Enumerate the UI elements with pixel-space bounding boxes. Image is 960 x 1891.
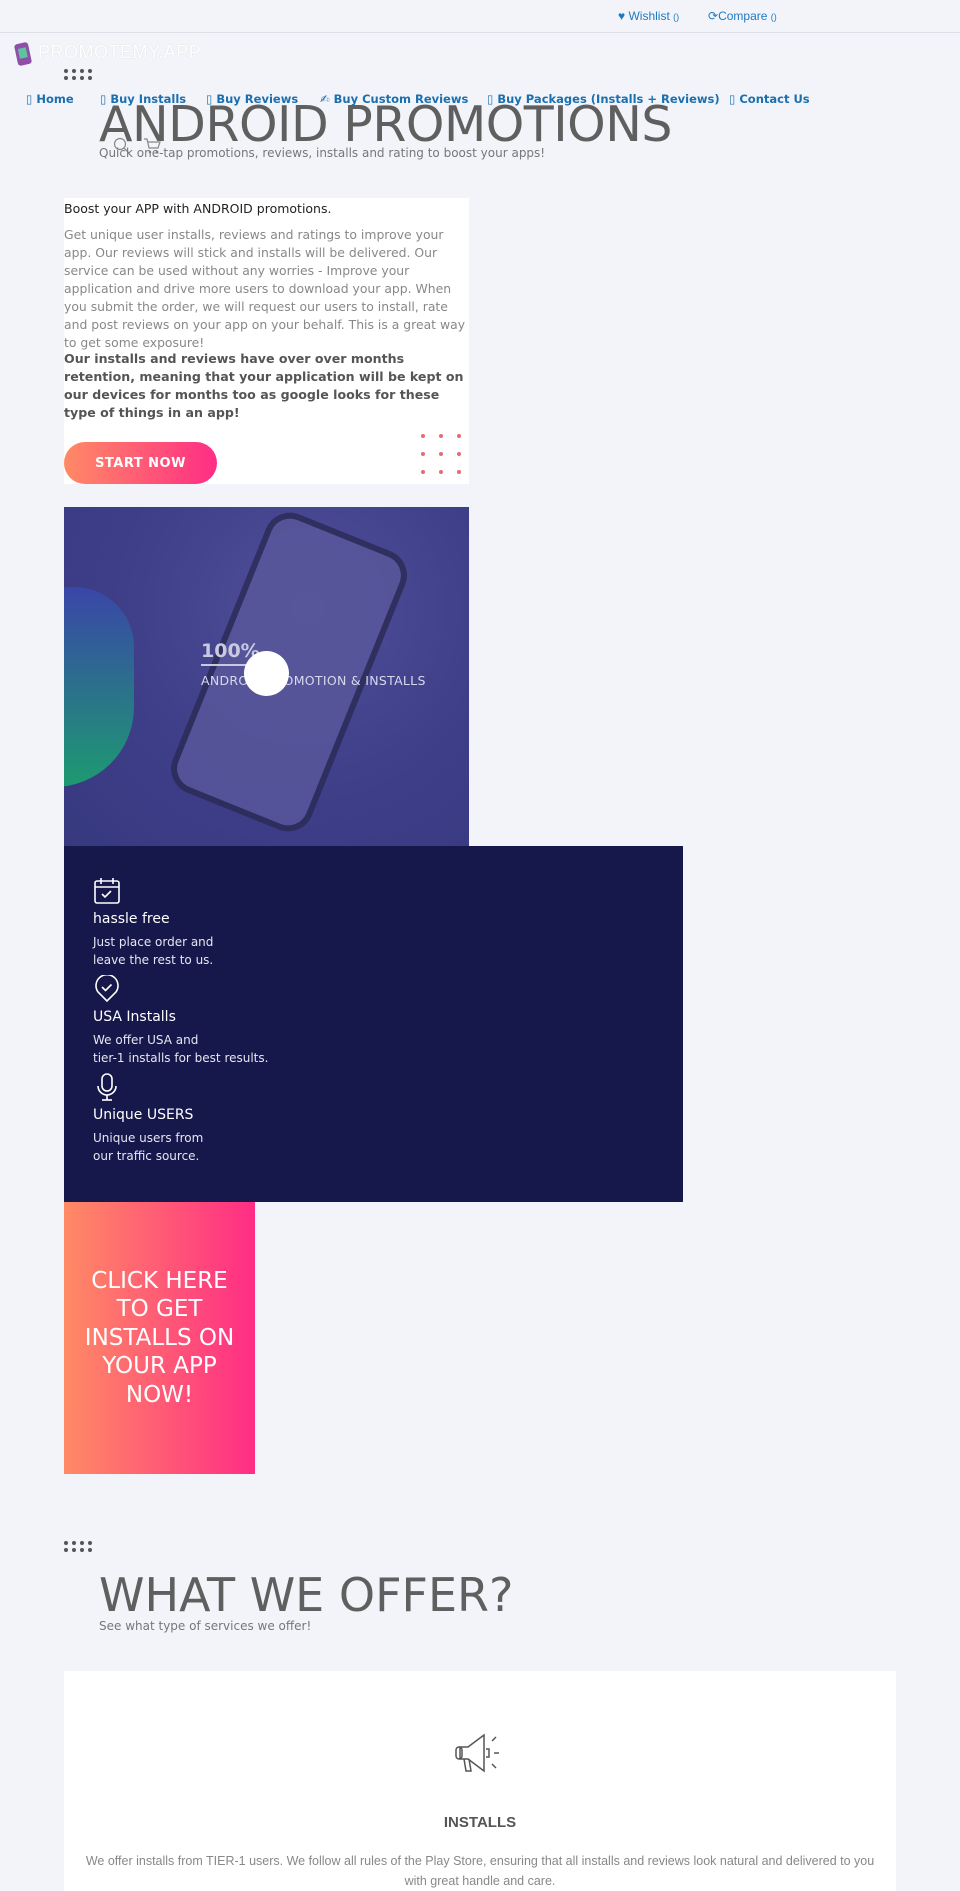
- microphone-icon: [97, 1073, 117, 1101]
- intro-retention-text: Our installs and reviews have over over …: [64, 351, 464, 420]
- get-installs-cta[interactable]: CLICK HERE TO GET INSTALLS ON YOUR APP N…: [64, 1202, 255, 1474]
- feature-title: USA Installs: [93, 1009, 176, 1025]
- top-bar: ♥ Wishlist () ⟳Compare (): [0, 0, 960, 33]
- nav-buy-custom-reviews[interactable]: ✍ Buy Custom Reviews: [320, 92, 468, 106]
- decorative-blob: [64, 587, 134, 787]
- logo-text: PROMOTEMY.APP: [38, 42, 202, 62]
- heart-icon: ♥: [618, 9, 626, 23]
- promo-image: 100% ANDROID PROMOTION & INSTALLS: [64, 507, 469, 846]
- wishlist-link[interactable]: ♥ Wishlist (): [618, 9, 679, 23]
- refresh-icon: ⟳: [708, 9, 719, 23]
- intro-card: Boost your APP with ANDROID promotions. …: [64, 198, 469, 484]
- wishlist-count: (): [673, 12, 680, 22]
- intro-paragraph: Get unique user installs, reviews and ra…: [64, 227, 466, 350]
- location-check-icon: [95, 973, 119, 1003]
- intro-lead: Boost your APP with ANDROID promotions.: [64, 201, 332, 216]
- nav-home[interactable]: ▯ Home: [26, 92, 74, 106]
- section-dots-icon: [64, 1541, 92, 1552]
- compare-link[interactable]: ⟳Compare (): [708, 9, 777, 23]
- start-now-button[interactable]: START NOW: [64, 442, 217, 484]
- play-circle[interactable]: [244, 651, 289, 696]
- compare-count: (): [770, 12, 777, 22]
- feature-description: Unique users from our traffic source.: [93, 1131, 204, 1163]
- logo-phone-icon: [14, 42, 32, 66]
- wishlist-label: Wishlist: [628, 9, 670, 23]
- menu-dots-icon[interactable]: [64, 69, 92, 80]
- page-subtitle: Quick one-tap promotions, reviews, insta…: [99, 146, 546, 160]
- feature-description: Just place order and leave the rest to us…: [93, 935, 214, 967]
- feature-hassle-free: hassle free Just place order and leave th…: [93, 877, 213, 969]
- offer-subtitle: See what type of services we offer!: [99, 1619, 312, 1633]
- nav-buy-installs[interactable]: ▯ Buy Installs: [100, 92, 186, 106]
- feature-unique-users: Unique USERS Unique users from our traffi…: [93, 1073, 203, 1165]
- compare-label: Compare: [718, 9, 768, 23]
- feature-title: hassle free: [93, 911, 170, 927]
- nav-contact-us[interactable]: ▯ Contact Us: [729, 92, 810, 106]
- main-nav: ▯ Home ▯ Buy Installs ▯ Buy Reviews ✍ Bu…: [0, 92, 960, 112]
- installs-service-card: INSTALLS We offer installs from TIER-1 u…: [64, 1671, 896, 1891]
- service-description: We offer installs from TIER-1 users. We …: [85, 1854, 875, 1888]
- nav-buy-reviews[interactable]: ▯ Buy Reviews: [206, 92, 298, 106]
- feature-description: We offer USA and tier-1 installs for best…: [93, 1033, 269, 1065]
- stat-caption: ANDROID PROMOTION & INSTALLS: [201, 673, 426, 688]
- feature-title: Unique USERS: [93, 1107, 194, 1123]
- service-title: INSTALLS: [443, 1814, 517, 1831]
- decorative-dots: [421, 434, 461, 474]
- feature-usa-installs: USA Installs We offer USA and tier-1 inst…: [93, 973, 269, 1067]
- logo[interactable]: [14, 40, 34, 74]
- offer-title: WHAT WE OFFER?: [99, 1568, 514, 1622]
- megaphone-icon: [455, 1733, 499, 1773]
- nav-buy-packages[interactable]: ▯ Buy Packages (Installs + Reviews): [487, 92, 720, 106]
- features-panel: hassle free Just place order and leave th…: [64, 846, 683, 1202]
- calendar-check-icon: [94, 878, 120, 904]
